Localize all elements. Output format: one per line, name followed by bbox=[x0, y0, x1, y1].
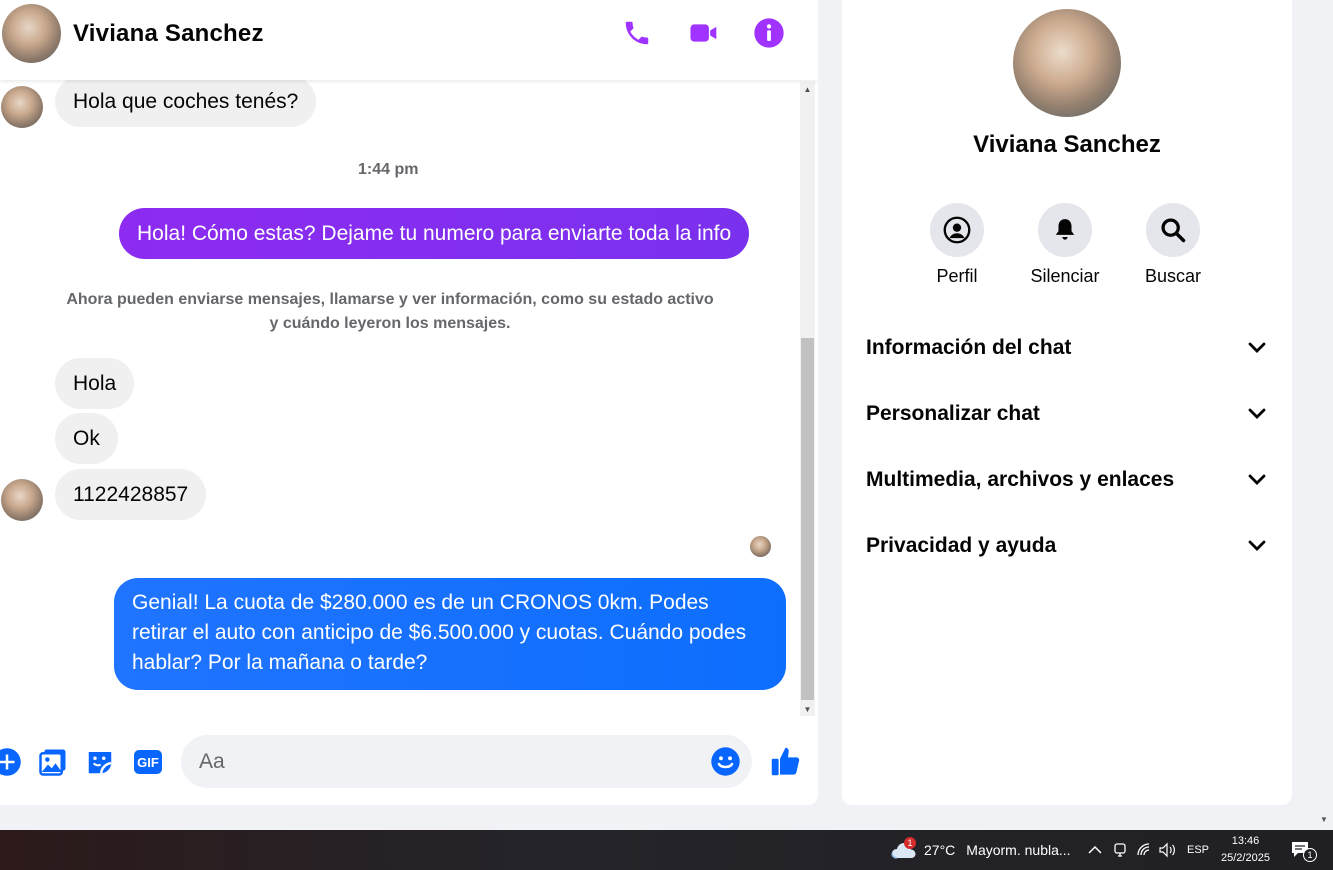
message-input[interactable] bbox=[199, 735, 699, 788]
contact-avatar[interactable] bbox=[2, 4, 61, 63]
network-tray-icon[interactable] bbox=[1136, 830, 1152, 870]
chat-panel: Viviana Sanchez Hola que coches tenés? 1… bbox=[0, 0, 818, 805]
thumbs-up-icon bbox=[771, 747, 799, 775]
mute-button[interactable] bbox=[1038, 203, 1092, 257]
message-list[interactable]: Hola que coches tenés? 1:44 pm Hola! Cóm… bbox=[0, 76, 800, 716]
show-hidden-icons-button[interactable] bbox=[1088, 830, 1102, 870]
sender-avatar[interactable] bbox=[1, 86, 43, 128]
scroll-up-arrow[interactable]: ▲ bbox=[800, 82, 815, 96]
clock-time: 13:46 bbox=[1231, 835, 1260, 847]
section-privacy-help[interactable]: Privacidad y ayuda bbox=[866, 526, 1266, 566]
send-like-button[interactable] bbox=[768, 744, 802, 778]
profile-avatar[interactable] bbox=[1013, 9, 1121, 117]
conversation-info-panel: Viviana Sanchez Perfil Silenciar Buscar … bbox=[842, 0, 1292, 805]
notification-center-button[interactable]: 1 bbox=[1290, 830, 1317, 870]
phone-icon bbox=[625, 21, 649, 45]
message-scrollbar[interactable]: ▲ ▼ bbox=[800, 82, 815, 716]
conversation-info-button[interactable] bbox=[752, 16, 786, 50]
info-icon bbox=[754, 18, 784, 48]
profile-label: Perfil bbox=[936, 266, 978, 286]
chat-header: Viviana Sanchez bbox=[0, 0, 818, 80]
meet-now-tray-icon[interactable] bbox=[1112, 830, 1128, 870]
phone-call-button[interactable] bbox=[620, 16, 654, 50]
weather-badge: 1 bbox=[904, 837, 916, 849]
seen-receipt-avatar bbox=[750, 536, 771, 557]
gif-button[interactable]: GIF bbox=[131, 745, 165, 779]
contact-name[interactable]: Viviana Sanchez bbox=[73, 20, 264, 48]
more-actions-button[interactable] bbox=[0, 745, 24, 779]
chevron-down-icon bbox=[1248, 342, 1266, 353]
gif-label: GIF bbox=[137, 755, 159, 770]
speaker-icon bbox=[1159, 842, 1175, 858]
message-bubble-incoming[interactable]: 1122428857 bbox=[55, 469, 207, 520]
message-bubble-incoming[interactable]: Ok bbox=[55, 413, 118, 464]
chevron-down-icon bbox=[1248, 474, 1266, 485]
search-icon bbox=[1161, 218, 1186, 243]
plus-circle-icon bbox=[0, 748, 21, 776]
bell-icon bbox=[1055, 219, 1075, 240]
section-customize-chat[interactable]: Personalizar chat bbox=[866, 394, 1266, 434]
sticker-button[interactable] bbox=[83, 745, 117, 779]
mute-action[interactable]: Silenciar bbox=[1020, 203, 1110, 287]
clock-date: 25/2/2025 bbox=[1221, 852, 1270, 864]
section-label: Privacidad y ayuda bbox=[866, 534, 1057, 557]
weather-widget[interactable]: 1 27°C Mayorm. nubla... bbox=[890, 830, 1071, 870]
user-circle-icon bbox=[943, 216, 971, 244]
system-notice: Ahora pueden enviarse mensajes, llamarse… bbox=[66, 291, 714, 332]
notification-count: 1 bbox=[1303, 848, 1317, 862]
profile-action[interactable]: Perfil bbox=[912, 203, 1002, 287]
message-bubble-outgoing[interactable]: Genial! La cuota de $280.000 es de un CR… bbox=[114, 578, 786, 690]
message-input-box[interactable] bbox=[181, 735, 752, 788]
mute-label: Silenciar bbox=[1030, 266, 1100, 286]
section-label: Personalizar chat bbox=[866, 402, 1040, 425]
profile-name: Viviana Sanchez bbox=[973, 131, 1161, 158]
clock[interactable]: 13:46 25/2/2025 bbox=[1221, 830, 1270, 870]
composer: GIF bbox=[0, 725, 818, 800]
page-scroll-down-arrow[interactable]: ▼ bbox=[1320, 815, 1328, 824]
section-chat-info[interactable]: Información del chat bbox=[866, 328, 1266, 368]
attach-media-button[interactable] bbox=[36, 745, 70, 779]
language-indicator[interactable]: ESP bbox=[1187, 830, 1209, 870]
windows-taskbar: 1 27°C Mayorm. nubla... ESP 13:46 25/2/2… bbox=[0, 830, 1333, 870]
video-camera-icon bbox=[690, 24, 717, 42]
section-label: Información del chat bbox=[866, 336, 1072, 359]
message-timestamp: 1:44 pm bbox=[358, 161, 419, 178]
section-media-files-links[interactable]: Multimedia, archivos y enlaces bbox=[866, 460, 1266, 500]
page-scrollbar[interactable]: ▼ bbox=[1317, 0, 1333, 830]
section-label: Multimedia, archivos y enlaces bbox=[866, 468, 1175, 491]
message-bubble-incoming[interactable]: Hola que coches tenés? bbox=[55, 76, 317, 127]
profile-button[interactable] bbox=[930, 203, 984, 257]
wifi-icon bbox=[1137, 843, 1150, 856]
search-action[interactable]: Buscar bbox=[1128, 203, 1218, 287]
search-button[interactable] bbox=[1146, 203, 1200, 257]
chevron-down-icon bbox=[1248, 540, 1266, 551]
photo-gallery-icon bbox=[39, 749, 66, 776]
emoji-icon[interactable] bbox=[710, 746, 741, 777]
sticker-icon bbox=[88, 752, 112, 774]
scroll-down-arrow[interactable]: ▼ bbox=[800, 702, 815, 716]
scroll-thumb[interactable] bbox=[801, 338, 814, 700]
message-bubble-incoming[interactable]: Hola bbox=[55, 358, 135, 409]
gif-icon: GIF bbox=[134, 750, 162, 774]
weather-text: Mayorm. nubla... bbox=[966, 842, 1071, 858]
device-icon bbox=[1114, 843, 1126, 857]
temperature-text: 27°C bbox=[924, 842, 956, 858]
video-call-button[interactable] bbox=[687, 16, 721, 50]
message-bubble-outgoing[interactable]: Hola! Cómo estas? Dejame tu numero para … bbox=[119, 208, 750, 259]
search-label: Buscar bbox=[1144, 266, 1202, 286]
volume-tray-icon[interactable] bbox=[1158, 830, 1178, 870]
chevron-down-icon bbox=[1248, 408, 1266, 419]
chevron-up-icon bbox=[1088, 845, 1102, 854]
sender-avatar[interactable] bbox=[1, 479, 43, 521]
